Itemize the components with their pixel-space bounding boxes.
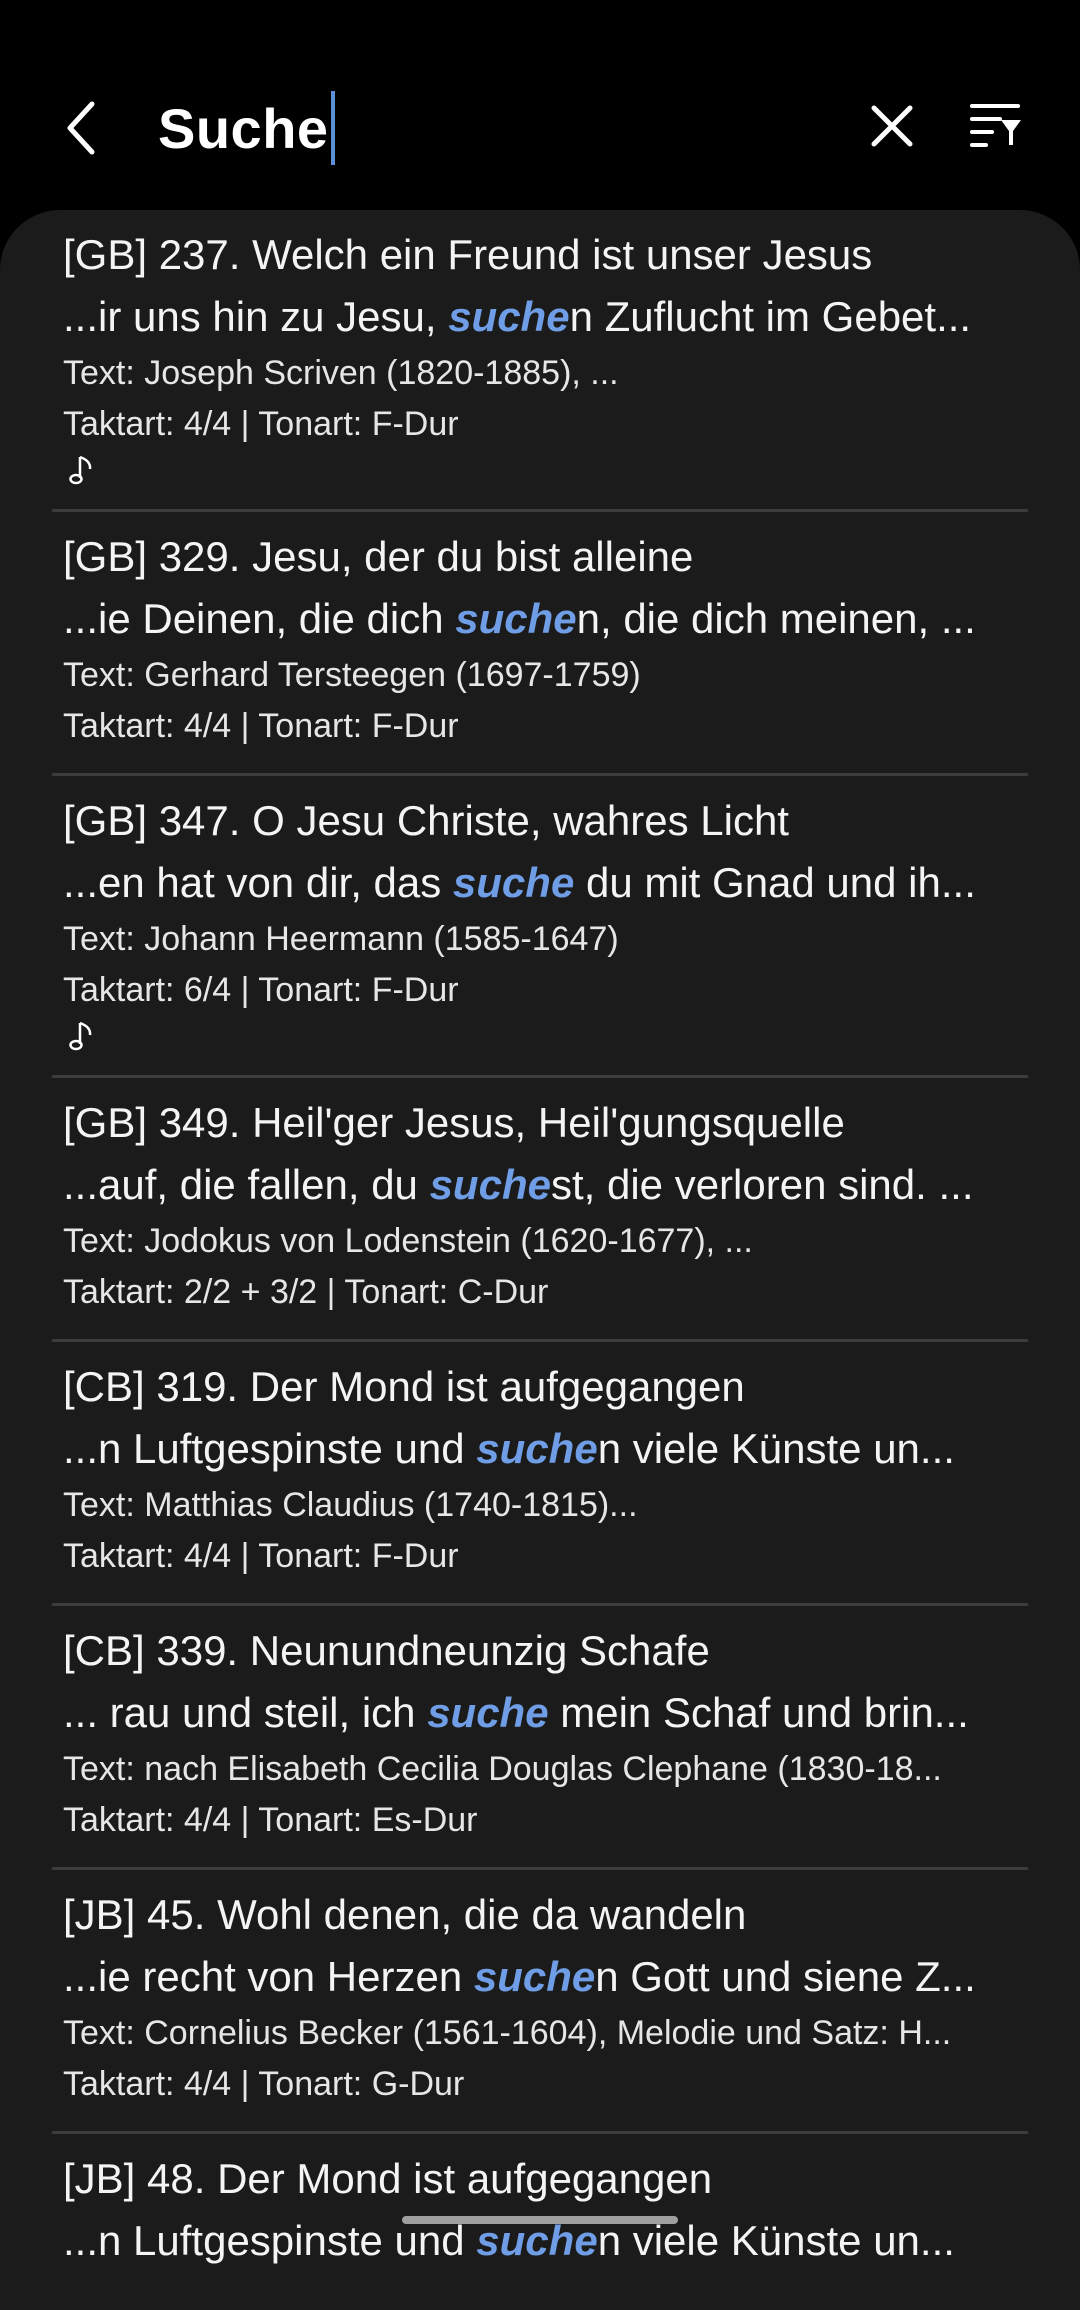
result-snippet: ... rau und steil, ich suche mein Schaf … bbox=[63, 1682, 1017, 1744]
snippet-match: suche bbox=[452, 859, 575, 906]
search-result-item[interactable]: [GB] 329. Jesu, der du bist alleine ...i… bbox=[52, 512, 1028, 776]
search-result-item[interactable]: [JB] 45. Wohl denen, die da wandeln ...i… bbox=[52, 1870, 1028, 2134]
result-author: Text: Matthias Claudius (1740-1815)... bbox=[63, 1486, 638, 1524]
snippet-before: ...n Luftgespinste und bbox=[63, 1425, 477, 1472]
filter-button[interactable] bbox=[964, 88, 1028, 164]
home-indicator[interactable] bbox=[402, 2216, 678, 2224]
snippet-before: ...ir uns hin zu Jesu, bbox=[63, 293, 449, 340]
search-result-item[interactable]: [GB] 349. Heil'ger Jesus, Heil'gungsquel… bbox=[52, 1078, 1028, 1342]
back-button[interactable] bbox=[50, 88, 114, 168]
result-title: [CB] 319. Der Mond ist aufgegangen bbox=[63, 1363, 745, 1410]
result-title: [GB] 329. Jesu, der du bist alleine bbox=[63, 533, 694, 580]
result-meter-key: Taktart: 4/4 | Tonart: F-Dur bbox=[63, 707, 459, 745]
result-author: Text: Jodokus von Lodenstein (1620-1677)… bbox=[63, 1222, 753, 1260]
result-title: [GB] 349. Heil'ger Jesus, Heil'gungsquel… bbox=[63, 1099, 845, 1146]
snippet-after: n, die dich meinen, ... bbox=[576, 595, 976, 642]
snippet-match: suche bbox=[476, 1425, 598, 1472]
result-meter-key: Taktart: 4/4 | Tonart: F-Dur bbox=[63, 1537, 459, 1575]
snippet-match: suche bbox=[473, 1953, 596, 2000]
snippet-before: ... rau und steil, ich bbox=[63, 1689, 428, 1736]
snippet-after: du mit Gnad und ih... bbox=[574, 859, 976, 906]
result-snippet: ...ie recht von Herzen suchen Gott und s… bbox=[63, 1946, 1017, 2008]
result-author: Text: Cornelius Becker (1561-1604), Melo… bbox=[63, 2014, 952, 2052]
search-result-item[interactable]: [GB] 237. Welch ein Freund ist unser Jes… bbox=[52, 210, 1028, 512]
snippet-after: st, die verloren sind. ... bbox=[550, 1161, 974, 1208]
clear-search-button[interactable] bbox=[862, 88, 922, 164]
snippet-before: ...auf, die fallen, du bbox=[63, 1161, 430, 1208]
snippet-before: ...ie Deinen, die dich bbox=[63, 595, 456, 642]
snippet-before: ...ie recht von Herzen bbox=[63, 1953, 474, 2000]
result-snippet: ...en hat von dir, das suche du mit Gnad… bbox=[63, 852, 1017, 914]
result-snippet: ...ie Deinen, die dich suchen, die dich … bbox=[63, 588, 1017, 650]
search-result-item[interactable]: [CB] 319. Der Mond ist aufgegangen ...n … bbox=[52, 1342, 1028, 1606]
result-title: [JB] 45. Wohl denen, die da wandeln bbox=[63, 1891, 747, 1938]
snippet-after: mein Schaf und brin... bbox=[548, 1689, 969, 1736]
snippet-match: suche bbox=[427, 1689, 549, 1736]
audio-indicator[interactable] bbox=[63, 450, 1017, 490]
text-cursor bbox=[330, 91, 335, 165]
results-panel: [GB] 237. Welch ein Freund ist unser Jes… bbox=[0, 210, 1080, 2310]
result-author: Text: Johann Heermann (1585-1647) bbox=[63, 920, 619, 958]
result-snippet: ...n Luftgespinste und suchen viele Küns… bbox=[63, 1418, 1017, 1480]
result-snippet: ...ir uns hin zu Jesu, suchen Zuflucht i… bbox=[63, 286, 1017, 348]
result-title: [JB] 48. Der Mond ist aufgegangen bbox=[63, 2155, 713, 2202]
result-title: [GB] 237. Welch ein Freund ist unser Jes… bbox=[63, 231, 873, 278]
result-meter-key: Taktart: 2/2 + 3/2 | Tonart: C-Dur bbox=[63, 1273, 549, 1311]
chevron-left-icon bbox=[67, 101, 95, 155]
results-list[interactable]: [GB] 237. Welch ein Freund ist unser Jes… bbox=[0, 210, 1080, 2274]
snippet-match: suche bbox=[455, 595, 577, 642]
search-header: Suche bbox=[0, 0, 1080, 210]
result-title: [CB] 339. Neunundneunzig Schafe bbox=[63, 1627, 710, 1674]
result-meter-key: Taktart: 6/4 | Tonart: F-Dur bbox=[63, 971, 459, 1009]
music-note-icon bbox=[69, 455, 92, 485]
result-title: [GB] 347. O Jesu Christe, wahres Licht bbox=[63, 797, 789, 844]
search-field[interactable]: Suche bbox=[158, 88, 335, 168]
result-meter-key: Taktart: 4/4 | Tonart: G-Dur bbox=[63, 2065, 465, 2103]
music-note-icon bbox=[69, 1021, 92, 1051]
snippet-before: ...en hat von dir, das bbox=[63, 859, 453, 906]
audio-indicator[interactable] bbox=[63, 1016, 1017, 1056]
snippet-after: n Gott und siene Z... bbox=[595, 1953, 976, 2000]
search-result-item[interactable]: [CB] 339. Neunundneunzig Schafe ... rau … bbox=[52, 1606, 1028, 1870]
result-author: Text: Joseph Scriven (1820-1885), ... bbox=[63, 354, 619, 392]
snippet-match: suche bbox=[429, 1161, 551, 1208]
search-result-item[interactable]: [GB] 347. O Jesu Christe, wahres Licht .… bbox=[52, 776, 1028, 1078]
snippet-match: suche bbox=[448, 293, 570, 340]
result-meter-key: Taktart: 4/4 | Tonart: F-Dur bbox=[63, 405, 459, 443]
result-author: Text: nach Elisabeth Cecilia Douglas Cle… bbox=[63, 1750, 942, 1788]
search-result-item[interactable]: [JB] 48. Der Mond ist aufgegangen ...n L… bbox=[52, 2134, 1028, 2274]
snippet-after: n viele Künste un... bbox=[597, 1425, 955, 1472]
result-snippet: ...auf, die fallen, du suchest, die verl… bbox=[63, 1154, 1017, 1216]
snippet-after: n Zuflucht im Gebet... bbox=[569, 293, 972, 340]
result-meter-key: Taktart: 4/4 | Tonart: Es-Dur bbox=[63, 1801, 478, 1839]
result-author: Text: Gerhard Tersteegen (1697-1759) bbox=[63, 656, 641, 694]
filter-list-icon bbox=[970, 104, 1021, 147]
search-input[interactable]: Suche bbox=[158, 96, 329, 161]
close-icon bbox=[871, 105, 913, 147]
